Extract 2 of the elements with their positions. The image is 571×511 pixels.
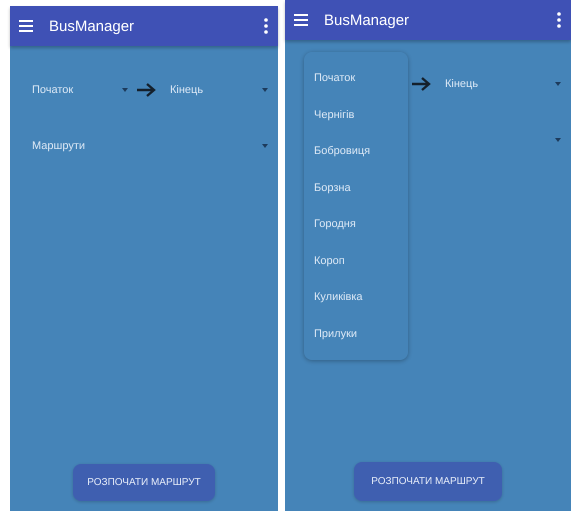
app-title: BusManager: [49, 18, 136, 34]
app-title: BusManager: [324, 12, 410, 28]
